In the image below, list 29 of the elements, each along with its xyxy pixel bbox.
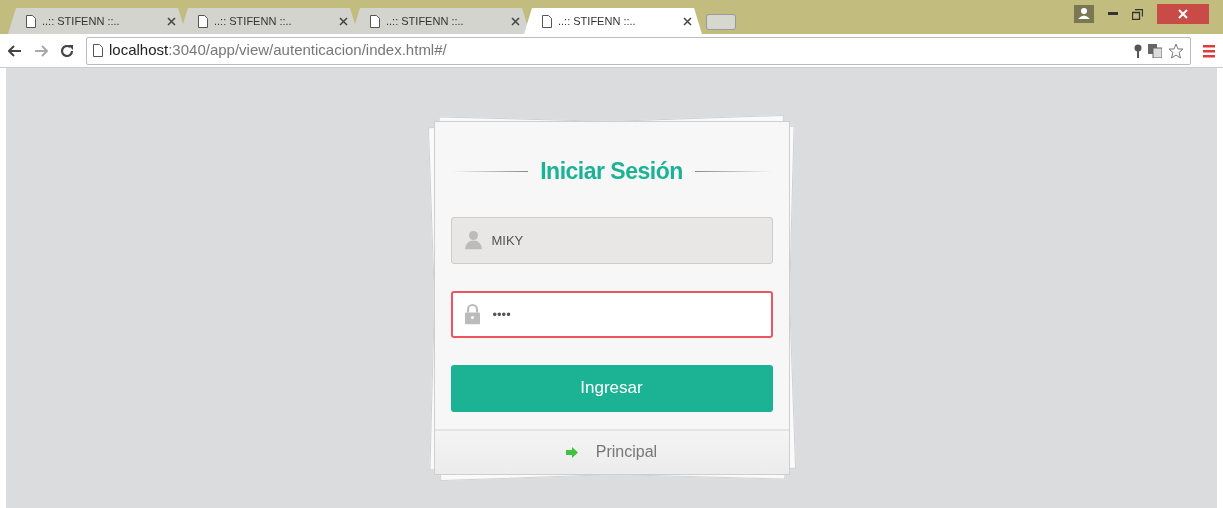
- key-icon[interactable]: [1134, 43, 1142, 58]
- close-icon[interactable]: [511, 16, 520, 26]
- close-icon[interactable]: [339, 16, 348, 26]
- minimize-icon[interactable]: [1108, 12, 1118, 16]
- lock-icon: [464, 303, 480, 325]
- reload-icon[interactable]: [60, 43, 74, 58]
- close-icon[interactable]: [683, 16, 692, 26]
- form-title: Iniciar Sesión: [540, 157, 683, 186]
- user-icon: [464, 230, 482, 250]
- restore-icon[interactable]: [1132, 8, 1143, 20]
- page-icon: [198, 14, 208, 28]
- page-icon: [370, 14, 380, 28]
- close-icon[interactable]: [167, 16, 176, 26]
- page-icon: [542, 14, 552, 28]
- password-field[interactable]: ••••: [450, 290, 773, 338]
- back-icon[interactable]: [8, 44, 22, 57]
- page-icon: [26, 14, 36, 28]
- user-icon[interactable]: [1074, 5, 1094, 23]
- arrow-icon: [565, 446, 578, 458]
- url-text: localhost:3040/app/view/autenticacion/index.html#/: [109, 40, 447, 61]
- address-bar[interactable]: localhost:3040/app/view/autenticacion/index.html#/: [86, 36, 1191, 65]
- browser-tab[interactable]: ..:: STIFENN ::..: [524, 8, 702, 34]
- principal-link[interactable]: Principal: [595, 440, 658, 465]
- close-window-button[interactable]: [1157, 4, 1209, 24]
- page-icon: [93, 44, 103, 57]
- menu-icon[interactable]: [1203, 43, 1215, 58]
- close-icon: [1178, 9, 1188, 19]
- star-icon[interactable]: [1168, 42, 1184, 59]
- translate-icon[interactable]: [1148, 43, 1162, 58]
